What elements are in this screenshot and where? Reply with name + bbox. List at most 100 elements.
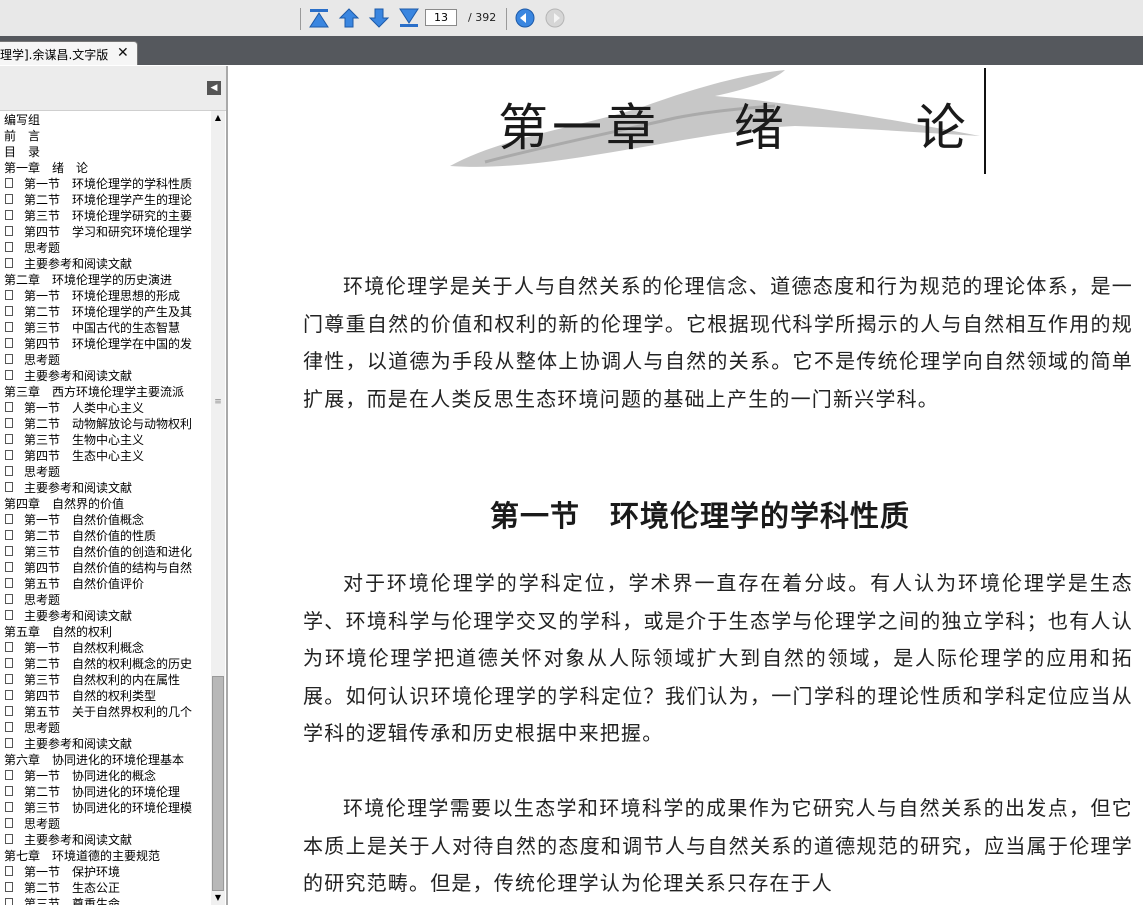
outline-item[interactable]: 第五节 关于自然界权利的几个: [0, 703, 210, 719]
outline-item[interactable]: 前 言: [0, 127, 210, 143]
outline-item-label: 思考题: [24, 465, 61, 479]
outline-item[interactable]: 第三节 中国古代的生态智慧: [0, 319, 210, 335]
outline-item[interactable]: 第四节 自然的权利类型: [0, 687, 210, 703]
outline-item[interactable]: 第一章 绪 论: [0, 159, 210, 175]
outline-item-label: 思考题: [24, 241, 61, 255]
document-tab[interactable]: 理学].余谋昌.文字版 ✕: [0, 41, 138, 65]
outline-item[interactable]: 第三节 环境伦理学研究的主要: [0, 207, 210, 223]
bookmark-page-icon: [5, 642, 13, 652]
outline-item[interactable]: 第三章 西方环境伦理学主要流派: [0, 383, 210, 399]
outline-item-label: 第一节 环境伦理思想的形成: [24, 289, 181, 303]
forward-button[interactable]: [543, 7, 567, 29]
next-page-button[interactable]: [367, 7, 391, 29]
outline-sidebar: ◀ 编写组前 言目 录第一章 绪 论第一节 环境伦理学的学科性质 第二节 环境伦理…: [0, 66, 228, 905]
outline-item-label: 主要参考和阅读文献: [24, 369, 133, 383]
outline-item[interactable]: 主要参考和阅读文献: [0, 367, 210, 383]
outline-list: 编写组前 言目 录第一章 绪 论第一节 环境伦理学的学科性质 第二节 环境伦理学产…: [0, 111, 210, 905]
outline-item[interactable]: 第二节 自然价值的性质: [0, 527, 210, 543]
outline-item[interactable]: 主要参考和阅读文献: [0, 607, 210, 623]
bookmark-page-icon: [5, 530, 13, 540]
outline-item-label: 思考题: [24, 721, 61, 735]
sidebar-header: ◀: [0, 66, 226, 111]
outline-item-label: 第四节 自然的权利类型: [24, 689, 157, 703]
collapse-sidebar-button[interactable]: ◀: [207, 81, 221, 95]
outline-item[interactable]: 第四节 学习和研究环境伦理学: [0, 223, 210, 239]
outline-item[interactable]: 第二节 协同进化的环境伦理: [0, 783, 210, 799]
title-rule: [984, 68, 986, 174]
last-page-icon: [399, 8, 419, 27]
outline-item[interactable]: 第七章 环境道德的主要规范: [0, 847, 210, 863]
bookmark-page-icon: [5, 866, 13, 876]
outline-item[interactable]: 思考题: [0, 815, 210, 831]
document-page: 第一章 绪 论 环境伦理学是关于人与自然关系的伦理信念、道德态度和行为规范的理论…: [230, 66, 1143, 905]
sidebar-scrollbar[interactable]: ▲ ≡ ▼: [211, 111, 225, 905]
back-button[interactable]: [513, 7, 537, 29]
outline-item[interactable]: 第一节 自然权利概念: [0, 639, 210, 655]
outline-item[interactable]: 主要参考和阅读文献: [0, 831, 210, 847]
outline-item[interactable]: 第四节 环境伦理学在中国的发: [0, 335, 210, 351]
bookmark-page-icon: [5, 290, 13, 300]
outline-item[interactable]: 主要参考和阅读文献: [0, 735, 210, 751]
bookmark-page-icon: [5, 258, 13, 268]
outline-item[interactable]: 第一节 环境伦理学的学科性质: [0, 175, 210, 191]
close-icon[interactable]: ✕: [117, 45, 129, 61]
outline-item-label: 第二节 自然的权利概念的历史: [24, 657, 193, 671]
outline-item[interactable]: 目 录: [0, 143, 210, 159]
outline-item[interactable]: 第三节 自然价值的创造和进化: [0, 543, 210, 559]
scroll-down-icon[interactable]: ▼: [211, 891, 225, 905]
bookmark-page-icon: [5, 210, 13, 220]
bookmark-page-icon: [5, 770, 13, 780]
outline-item[interactable]: 第一节 环境伦理思想的形成: [0, 287, 210, 303]
outline-item[interactable]: 第二节 生态公正: [0, 879, 210, 895]
outline-item-label: 第四节 环境伦理学在中国的发: [24, 337, 193, 351]
outline-item[interactable]: 第四节 自然价值的结构与自然: [0, 559, 210, 575]
outline-item[interactable]: 第三节 尊重生命: [0, 895, 210, 905]
outline-item[interactable]: 思考题: [0, 591, 210, 607]
outline-item[interactable]: 第二节 动物解放论与动物权利: [0, 415, 210, 431]
scrollbar-thumb[interactable]: [212, 676, 224, 891]
last-page-button[interactable]: [397, 7, 421, 29]
outline-item[interactable]: 编写组: [0, 111, 210, 127]
outline-item-label: 第六章 协同进化的环境伦理基本: [4, 753, 185, 767]
outline-item-label: 第二节 自然价值的性质: [24, 529, 157, 543]
previous-page-button[interactable]: [337, 7, 361, 29]
outline-item[interactable]: 第二章 环境伦理学的历史演进: [0, 271, 210, 287]
outline-item[interactable]: 思考题: [0, 719, 210, 735]
outline-item-label: 前 言: [4, 129, 41, 143]
outline-item-label: 第二节 生态公正: [24, 881, 121, 895]
outline-item[interactable]: 第四章 自然界的价值: [0, 495, 210, 511]
bookmark-page-icon: [5, 674, 13, 684]
outline-item[interactable]: 主要参考和阅读文献: [0, 255, 210, 271]
toolbar-separator: [506, 8, 507, 30]
outline-item-label: 第三节 自然价值的创造和进化: [24, 545, 193, 559]
first-page-button[interactable]: [307, 7, 331, 29]
outline-item[interactable]: 第四节 生态中心主义: [0, 447, 210, 463]
tab-bar: 理学].余谋昌.文字版 ✕: [0, 36, 1143, 65]
bookmark-page-icon: [5, 322, 13, 332]
outline-item[interactable]: 第二节 环境伦理学的产生及其: [0, 303, 210, 319]
outline-item-label: 主要参考和阅读文献: [24, 257, 133, 271]
bookmark-page-icon: [5, 338, 13, 348]
outline-item[interactable]: 主要参考和阅读文献: [0, 479, 210, 495]
outline-item[interactable]: 思考题: [0, 351, 210, 367]
outline-item[interactable]: 第五节 自然价值评价: [0, 575, 210, 591]
outline-item[interactable]: 第六章 协同进化的环境伦理基本: [0, 751, 210, 767]
outline-item[interactable]: 思考题: [0, 239, 210, 255]
outline-item[interactable]: 第三节 生物中心主义: [0, 431, 210, 447]
outline-item[interactable]: 第二节 自然的权利概念的历史: [0, 655, 210, 671]
outline-item[interactable]: 第五章 自然的权利: [0, 623, 210, 639]
body-paragraph-1: 对于环境伦理学的学科定位，学术界一直存在着分歧。有人认为环境伦理学是生态学、环境…: [303, 571, 1133, 745]
bookmark-page-icon: [5, 226, 13, 236]
outline-item[interactable]: 思考题: [0, 463, 210, 479]
scroll-up-icon[interactable]: ▲: [211, 111, 225, 125]
outline-item[interactable]: 第一节 人类中心主义: [0, 399, 210, 415]
page-number-input[interactable]: [425, 9, 457, 26]
outline-item[interactable]: 第一节 保护环境: [0, 863, 210, 879]
outline-item[interactable]: 第三节 协同进化的环境伦理模: [0, 799, 210, 815]
outline-item[interactable]: 第三节 自然权利的内在属性: [0, 671, 210, 687]
outline-item[interactable]: 第二节 环境伦理学产生的理论: [0, 191, 210, 207]
outline-item-label: 第二节 协同进化的环境伦理: [24, 785, 181, 799]
outline-item[interactable]: 第一节 协同进化的概念: [0, 767, 210, 783]
outline-item-label: 第三节 中国古代的生态智慧: [24, 321, 181, 335]
outline-item[interactable]: 第一节 自然价值概念: [0, 511, 210, 527]
